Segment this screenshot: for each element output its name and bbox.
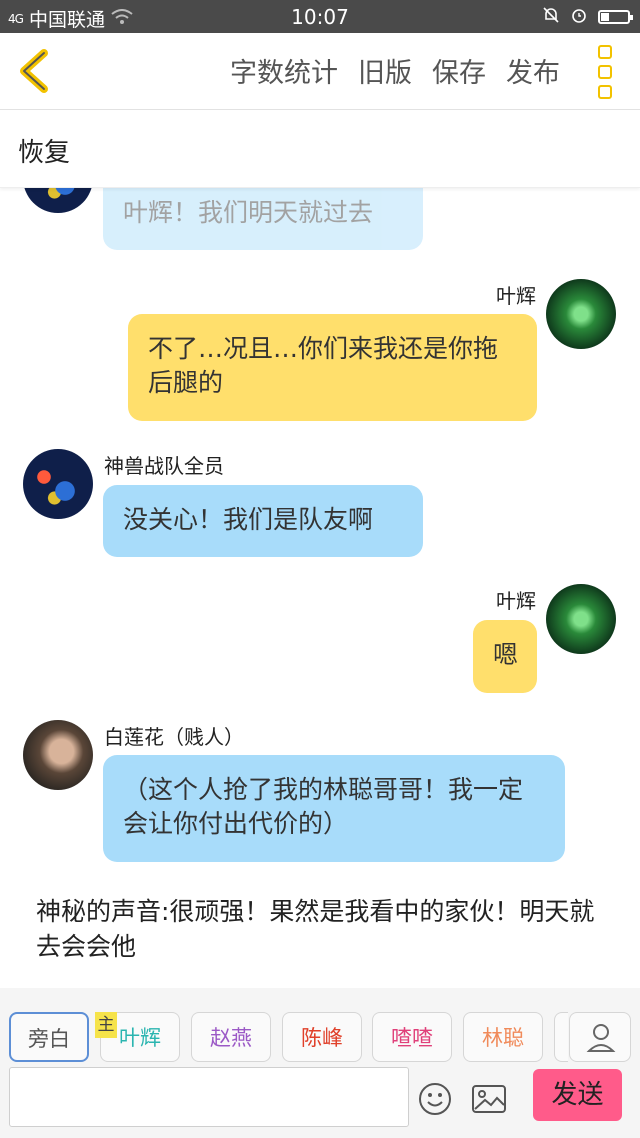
narration-text[interactable]: 神秘的声音:很顽强！果然是我看中的家伙！明天就去会会他 [36, 894, 596, 964]
input-panel: 旁白 叶辉 主 赵燕 陈峰 喳喳 林聪 发送 [0, 988, 640, 1138]
mute-bell-icon [542, 6, 560, 28]
send-button[interactable]: 发送 [533, 1069, 622, 1121]
role-overflow[interactable] [554, 1012, 568, 1062]
message-bubble[interactable]: 没关心！我们是队友啊 [103, 485, 423, 557]
message-bubble[interactable]: 嗯 [473, 620, 537, 693]
restore-row[interactable]: 恢复 [0, 110, 640, 188]
speaker-name: 叶辉 [496, 589, 536, 613]
add-role-button[interactable] [569, 1012, 631, 1062]
role-zhaoyan[interactable]: 赵燕 [191, 1012, 271, 1062]
battery-icon [598, 10, 633, 24]
word-count-button[interactable]: 字数统计 [230, 51, 338, 90]
speaker-name: 神兽战队全员 [104, 454, 224, 478]
role-lincong[interactable]: 林聪 [463, 1012, 543, 1062]
role-chenfeng[interactable]: 陈峰 [282, 1012, 362, 1062]
speaker-name: 叶辉 [496, 284, 536, 308]
message-input[interactable] [9, 1067, 409, 1127]
main-role-tag: 主 [95, 1012, 117, 1038]
publish-button[interactable]: 发布 [506, 51, 560, 90]
top-toolbar: 字数统计 旧版 保存 发布 [0, 33, 640, 110]
more-menu-icon[interactable] [598, 45, 618, 99]
speaker-name: 白莲花（贱人） [104, 725, 244, 749]
back-arrow-icon[interactable] [14, 47, 58, 95]
toolbar-actions: 字数统计 旧版 保存 发布 [230, 51, 560, 90]
user-icon [586, 1024, 616, 1052]
message-bubble[interactable]: （这个人抢了我的林聪哥哥！我一定会让你付出代价的） [103, 755, 565, 862]
chat-area[interactable]: 叶辉！我们明天就过去 叶辉 不了…况且…你们来我还是你拖后腿的 神兽战队全员 没… [0, 188, 640, 988]
avatar-bailianhua[interactable] [23, 720, 93, 790]
avatar-yehui[interactable] [546, 279, 616, 349]
message-bubble[interactable]: 不了…况且…你们来我还是你拖后腿的 [128, 314, 537, 421]
restore-label: 恢复 [18, 138, 71, 168]
role-zhazha[interactable]: 喳喳 [372, 1012, 452, 1062]
status-right [542, 6, 633, 28]
message-bubble[interactable]: 叶辉！我们明天就过去 [103, 188, 423, 250]
image-icon[interactable] [471, 1082, 507, 1116]
status-bar: 4G 中国联通 10:07 [0, 0, 640, 33]
avatar-team[interactable] [23, 188, 93, 213]
emoji-icon[interactable] [418, 1082, 452, 1116]
alarm-icon [570, 6, 588, 28]
avatar-team[interactable] [23, 449, 93, 519]
avatar-yehui[interactable] [546, 584, 616, 654]
save-button[interactable]: 保存 [432, 51, 486, 90]
role-narrator[interactable]: 旁白 [9, 1012, 89, 1062]
old-version-button[interactable]: 旧版 [358, 51, 412, 90]
